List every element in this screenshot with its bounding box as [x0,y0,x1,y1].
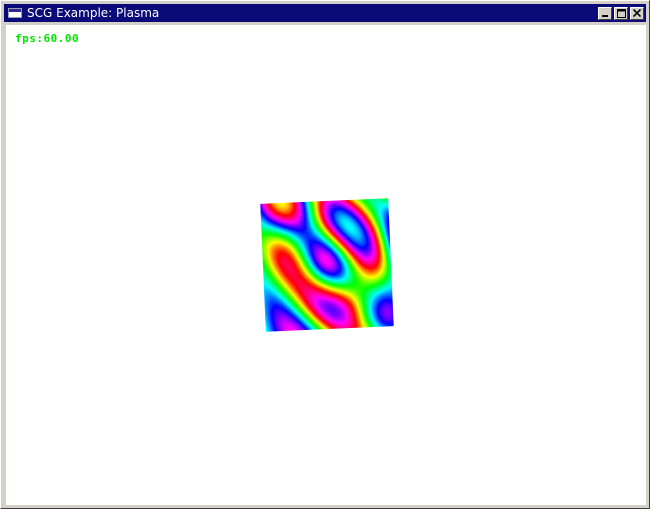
title-bar[interactable]: SCG Example: Plasma [4,4,646,22]
plasma-quad [260,198,394,332]
fps-counter: fps:60.00 [15,32,80,45]
window-controls [596,6,644,20]
window-icon[interactable] [8,8,22,18]
app-window: SCG Example: Plasma fps:60.00 [0,0,650,509]
maximize-icon [616,8,626,18]
window-title: SCG Example: Plasma [27,6,160,20]
minimize-button[interactable] [598,6,612,20]
maximize-button[interactable] [614,6,628,20]
close-icon [633,9,641,17]
close-button[interactable] [630,6,644,20]
render-canvas[interactable]: fps:60.00 [6,25,646,505]
plasma-quad-container [260,198,394,332]
minimize-icon [602,15,608,17]
